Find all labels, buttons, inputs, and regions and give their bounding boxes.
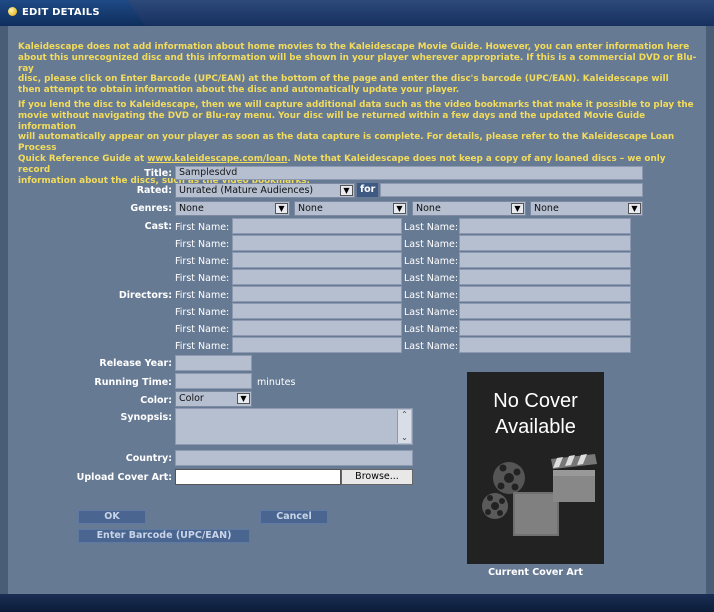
directors-label: Directors: — [118, 290, 172, 301]
genre-select-1[interactable]: None ▼ — [175, 201, 290, 216]
genre-select-4[interactable]: None ▼ — [530, 201, 643, 216]
director-last-name-input[interactable] — [459, 303, 631, 319]
first-name-label: First Name: — [175, 273, 230, 284]
minutes-label: minutes — [257, 377, 296, 388]
intro-text: then attempt to obtain information about… — [18, 85, 460, 96]
last-name-label: Last Name: — [404, 324, 459, 335]
director-last-name-input[interactable] — [459, 286, 631, 302]
release-year-input[interactable] — [175, 355, 252, 371]
last-name-label: Last Name: — [404, 273, 459, 284]
country-label: Country: — [125, 453, 172, 464]
cast-first-name-input[interactable] — [232, 218, 402, 234]
last-name-label: Last Name: — [404, 239, 459, 250]
no-cover-text-line2: Available — [495, 416, 576, 438]
chevron-down-icon: ▼ — [275, 203, 288, 214]
title-bar: EDIT DETAILS — [0, 0, 714, 26]
title-input[interactable]: Samplesdvd — [175, 166, 643, 180]
loan-link[interactable]: www.kaleidescape.com/loan — [147, 154, 287, 164]
title-label: Title: — [144, 168, 172, 179]
cast-last-name-input[interactable] — [459, 218, 631, 234]
upload-cover-art-label: Upload Cover Art: — [76, 472, 172, 483]
last-name-label: Last Name: — [404, 341, 459, 352]
intro-text: will automatically appear on your player… — [18, 132, 675, 154]
chevron-down-icon: ▼ — [340, 185, 353, 196]
country-input[interactable] — [175, 450, 413, 466]
director-first-name-input[interactable] — [232, 320, 402, 336]
cast-last-name-input[interactable] — [459, 235, 631, 251]
cast-first-name-input[interactable] — [232, 252, 402, 268]
film-clapper-icon — [482, 454, 597, 536]
genre-select-3[interactable]: None ▼ — [412, 201, 526, 216]
first-name-label: First Name: — [175, 341, 230, 352]
cancel-button[interactable]: Cancel — [260, 510, 328, 524]
no-cover-text-line1: No Cover — [493, 390, 578, 412]
first-name-label: First Name: — [175, 307, 230, 318]
director-last-name-input[interactable] — [459, 337, 631, 353]
running-time-input[interactable] — [175, 373, 252, 389]
first-name-label: First Name: — [175, 239, 230, 250]
intro-text: If you lend the disc to Kaleidescape, th… — [18, 100, 694, 110]
cast-label: Cast: — [144, 221, 172, 232]
intro-text: movie without navigating the DVD or Blu-… — [18, 110, 646, 132]
cast-last-name-input[interactable] — [459, 269, 631, 285]
chevron-down-icon: ▼ — [237, 393, 250, 404]
last-name-label: Last Name: — [404, 256, 459, 267]
chevron-down-icon: ▼ — [393, 203, 406, 214]
chevron-down-icon: ▼ — [511, 203, 524, 214]
release-year-label: Release Year: — [99, 358, 172, 369]
tab-label: EDIT DETAILS — [22, 7, 100, 18]
first-name-label: First Name: — [175, 290, 230, 301]
intro-text: Kaleidescape does not add information ab… — [18, 42, 690, 52]
intro-paragraph-1: Kaleidescape does not add information ab… — [18, 42, 698, 96]
cast-last-name-input[interactable] — [459, 252, 631, 268]
director-last-name-input[interactable] — [459, 320, 631, 336]
ok-button[interactable]: OK — [78, 510, 146, 524]
intro-text: about this unrecognized disc and this in… — [18, 52, 697, 74]
synopsis-textarea[interactable]: ⌃ ⌄ — [175, 408, 413, 445]
color-label: Color: — [140, 395, 172, 406]
director-first-name-input[interactable] — [232, 286, 402, 302]
running-time-label: Running Time: — [94, 377, 172, 388]
synopsis-label: Synopsis: — [120, 412, 173, 423]
enter-barcode-button[interactable]: Enter Barcode (UPC/EAN) — [78, 529, 250, 543]
scroll-down-icon[interactable]: ⌄ — [398, 433, 411, 443]
barcode-reference: Enter Barcode (UPC/EAN) — [120, 74, 246, 85]
first-name-label: First Name: — [175, 324, 230, 335]
last-name-label: Last Name: — [404, 307, 459, 318]
last-name-label: Last Name: — [404, 290, 459, 301]
rated-select[interactable]: Unrated (Mature Audiences) ▼ — [175, 183, 355, 198]
last-name-label: Last Name: — [404, 222, 459, 233]
cover-art-image: No Cover Available — [467, 372, 604, 564]
scroll-up-icon[interactable]: ⌃ — [398, 410, 411, 420]
cast-first-name-input[interactable] — [232, 235, 402, 251]
upload-file-input[interactable] — [175, 469, 341, 485]
director-first-name-input[interactable] — [232, 303, 402, 319]
browse-button[interactable]: Browse... — [341, 469, 413, 485]
bottom-bar — [0, 594, 714, 612]
for-label: for — [357, 183, 379, 197]
cast-first-name-input[interactable] — [232, 269, 402, 285]
first-name-label: First Name: — [175, 222, 230, 233]
scrollbar[interactable]: ⌃ ⌄ — [397, 410, 411, 443]
cover-art-caption: Current Cover Art — [488, 567, 583, 578]
color-select[interactable]: Color ▼ — [175, 391, 252, 407]
rated-label: Rated: — [136, 185, 172, 196]
chevron-down-icon: ▼ — [628, 203, 641, 214]
director-first-name-input[interactable] — [232, 337, 402, 353]
genre-select-2[interactable]: None ▼ — [294, 201, 408, 216]
first-name-label: First Name: — [175, 256, 230, 267]
intro-text: disc, please click on Enter Barcode (UPC… — [18, 74, 669, 85]
tab-edit-details[interactable]: EDIT DETAILS — [0, 0, 145, 26]
genres-label: Genres: — [130, 203, 172, 214]
rating-reason-input[interactable] — [380, 183, 643, 197]
bullet-icon — [8, 7, 17, 16]
